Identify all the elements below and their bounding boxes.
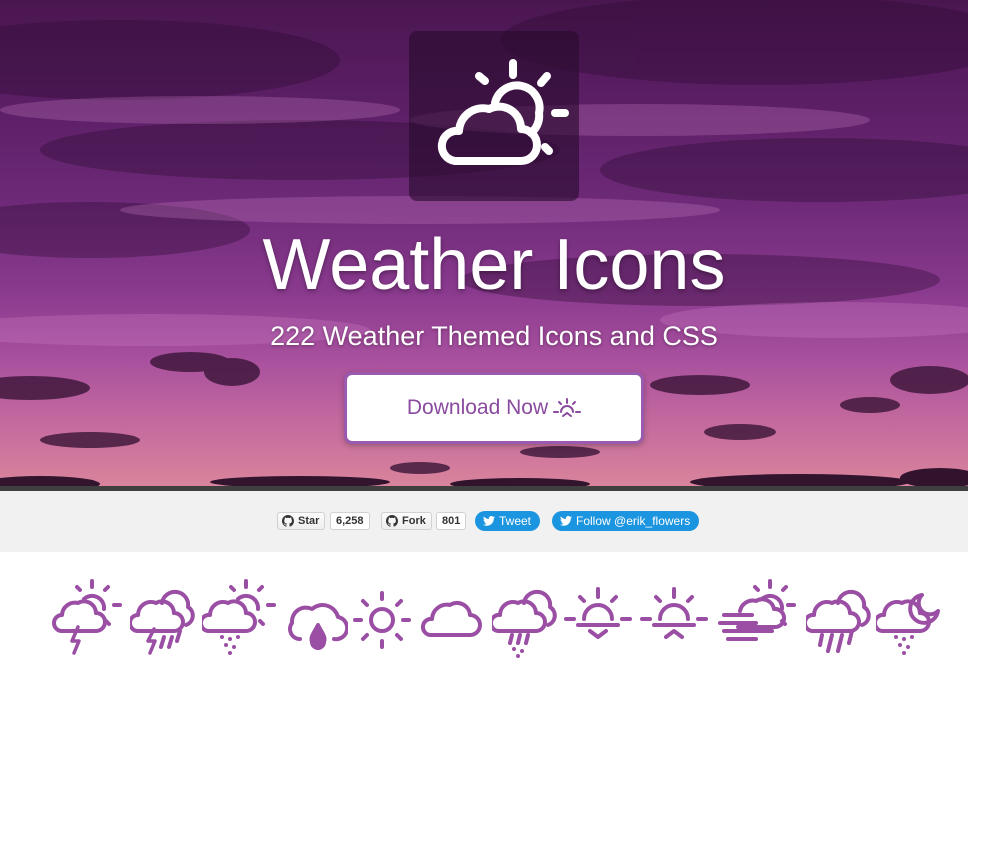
night-snow-icon	[876, 593, 940, 655]
sunrise-icon	[564, 587, 632, 639]
follow-button[interactable]: Follow @erik_flowers	[552, 511, 700, 531]
sun-icon	[353, 591, 411, 649]
download-label: Download Now	[406, 396, 549, 419]
hero-banner: Weather Icons 222 Weather Themed Icons a…	[0, 0, 968, 486]
day-cloudy-icon	[437, 59, 569, 165]
github-fork-button[interactable]: Fork	[381, 512, 432, 530]
github-icon	[282, 515, 294, 527]
page-subtitle: 222 Weather Themed Icons and CSS	[270, 321, 718, 351]
social-bar: Star 6,258 Fork 801 Tweet Follow @erik_f…	[0, 491, 968, 552]
tweet-label: Tweet	[499, 514, 532, 528]
star-label: Star	[298, 515, 320, 527]
raindrop-cloud-icon	[288, 603, 348, 650]
day-fog-icon	[718, 579, 796, 641]
twitter-bird-icon	[560, 516, 572, 526]
day-thunderstorm-icon	[52, 579, 122, 655]
download-button[interactable]: Download Now	[344, 372, 644, 444]
day-snow-icon	[202, 579, 276, 655]
storm-showers-icon	[130, 589, 195, 655]
page-body	[0, 665, 991, 866]
icon-showcase-row	[0, 575, 991, 665]
github-star-button[interactable]: Star	[277, 512, 326, 530]
star-count[interactable]: 6,258	[330, 512, 370, 530]
fork-count[interactable]: 801	[436, 512, 467, 530]
twitter-bird-icon	[483, 516, 495, 526]
sunset-icon	[640, 587, 708, 639]
rain-mix-icon	[492, 589, 557, 658]
page-title: Weather Icons	[262, 225, 726, 305]
showers-icon	[806, 589, 871, 653]
logo-tile	[409, 31, 579, 201]
cloud-icon	[420, 601, 482, 637]
fork-label: Fork	[402, 515, 426, 527]
follow-label: Follow @erik_flowers	[576, 514, 691, 528]
github-icon	[386, 515, 398, 527]
sunrise-icon	[553, 398, 582, 417]
tweet-button[interactable]: Tweet	[475, 511, 541, 531]
